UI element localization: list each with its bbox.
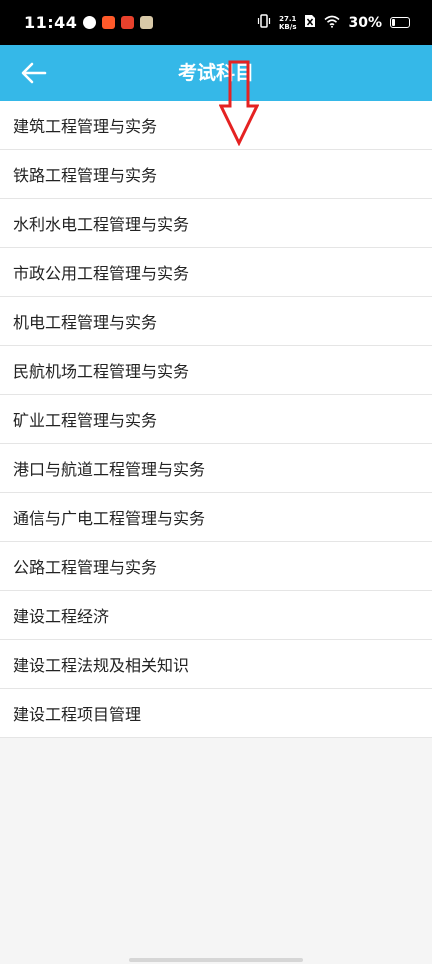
subject-list-item[interactable]: 铁路工程管理与实务: [0, 150, 432, 199]
battery-fill: [392, 19, 396, 26]
app-notification-icon-4: [140, 16, 154, 29]
subject-list-item[interactable]: 市政公用工程管理与实务: [0, 248, 432, 297]
subject-list-item[interactable]: 建设工程法规及相关知识: [0, 640, 432, 689]
subject-list-item[interactable]: 建设工程经济: [0, 591, 432, 640]
app-notification-icon-3: [121, 16, 135, 29]
subject-list-item[interactable]: 港口与航道工程管理与实务: [0, 444, 432, 493]
vibrate-icon: [257, 13, 271, 32]
page-title: 考试科目: [177, 62, 254, 84]
app-notification-icon-1: [83, 16, 97, 29]
home-indicator[interactable]: [129, 958, 303, 962]
status-bar: 11:44 27.1 KB/s 30%: [0, 0, 432, 45]
subject-list-item[interactable]: 公路工程管理与实务: [0, 542, 432, 591]
subject-list-item[interactable]: 民航机场工程管理与实务: [0, 346, 432, 395]
down-arrow-annotation-icon: [219, 60, 259, 146]
status-time: 11:44: [24, 13, 78, 32]
sim-off-icon: [304, 13, 316, 32]
network-speed: 27.1 KB/s: [279, 15, 296, 31]
subject-list-item[interactable]: 矿业工程管理与实务: [0, 395, 432, 444]
subject-list-item[interactable]: 水利水电工程管理与实务: [0, 199, 432, 248]
app-header: 考试科目: [0, 45, 432, 101]
subject-list-item[interactable]: 机电工程管理与实务: [0, 297, 432, 346]
network-speed-value: 27.1: [279, 14, 297, 23]
subject-list: 建筑工程管理与实务 铁路工程管理与实务 水利水电工程管理与实务 市政公用工程管理与实务…: [0, 101, 432, 738]
battery-icon: [390, 17, 410, 28]
app-notification-icon-2: [102, 16, 116, 29]
status-right: 27.1 KB/s 30%: [257, 13, 410, 32]
subject-list-item[interactable]: 通信与广电工程管理与实务: [0, 493, 432, 542]
subject-list-item[interactable]: 建设工程项目管理: [0, 689, 432, 738]
battery-percent: 30%: [348, 14, 382, 31]
subject-list-item[interactable]: 建筑工程管理与实务: [0, 101, 432, 150]
status-left: 11:44: [24, 13, 154, 32]
wifi-icon: [324, 13, 341, 32]
network-speed-unit: KB/s: [279, 22, 297, 31]
